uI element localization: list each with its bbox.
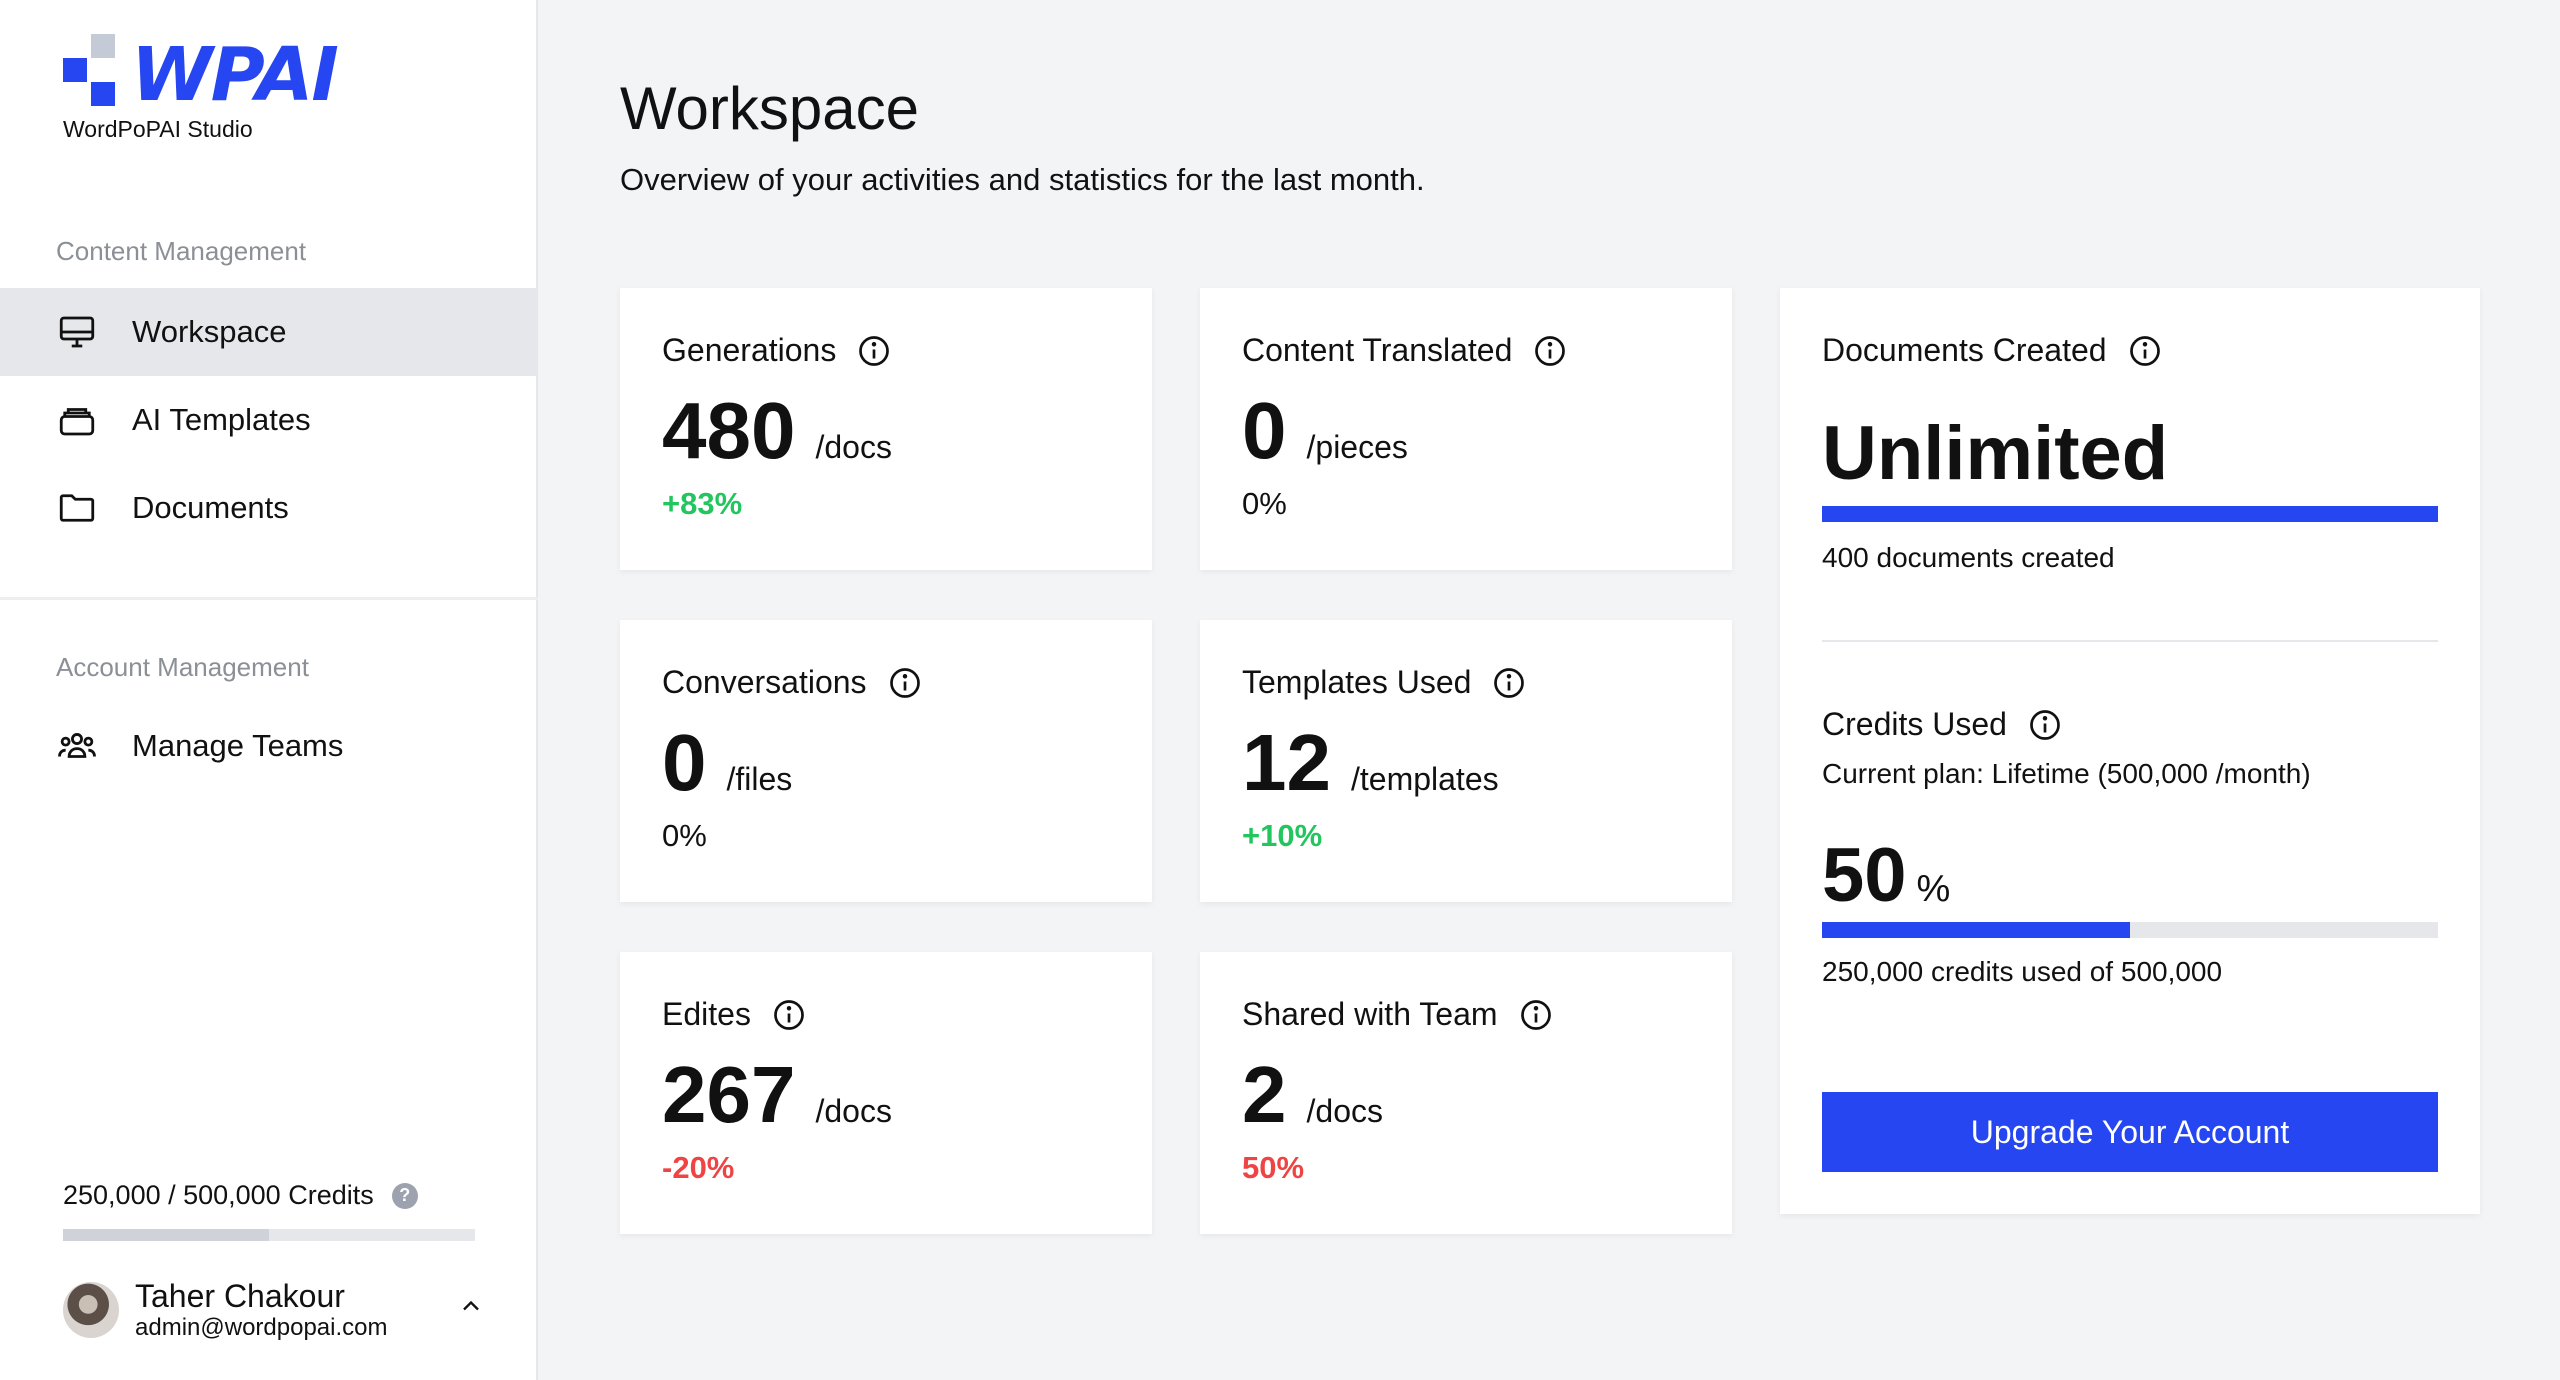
help-icon[interactable]: ? [391,1182,418,1209]
sidebar-item-label: Workspace [132,314,287,349]
sidebar-item-ai-templates[interactable]: AI Templates [0,376,538,464]
stat-change: +10% [1242,818,1323,853]
credits-progress-bar [63,1229,475,1241]
info-icon[interactable] [1532,333,1568,369]
current-plan-text: Current plan: Lifetime (500,000 /month) [1822,758,2311,789]
folder-icon [59,494,95,522]
stat-card-edites: Edites 267/docs -20% [620,952,1152,1234]
sidebar-item-workspace[interactable]: Workspace [0,288,538,376]
sidebar: WPAI WordPoPAI Studio Content Management… [0,0,538,1380]
logo-text: WPAI [131,32,339,118]
stat-card-conversations: Conversations 0/files 0% [620,620,1152,902]
documents-created-title: Documents Created [1822,332,2107,368]
chevron-up-icon[interactable] [457,1292,485,1320]
stat-title: Content Translated [1242,332,1513,368]
stat-change: 50% [1242,1150,1305,1185]
documents-progress-bar [1822,506,2438,522]
sidebar-item-label: Manage Teams [132,728,344,763]
info-icon[interactable] [2127,333,2163,369]
brand-subtitle: WordPoPAI Studio [63,116,253,142]
content-management-heading: Content Management [56,236,307,266]
user-info: Taher Chakour admin@wordpopai.com [135,1278,387,1342]
info-icon[interactable] [2027,707,2063,743]
stat-card-content-translated: Content Translated 0/pieces 0% [1200,288,1732,570]
stat-unit: /templates [1350,761,1499,797]
brand-logo[interactable]: WPAI WordPoPAI Studio [63,32,339,143]
credits-used-text: 250,000 credits used of 500,000 [1822,956,2223,987]
stat-title: Conversations [662,664,867,700]
stat-value: 2 [1242,1050,1287,1139]
sidebar-item-manage-teams[interactable]: Manage Teams [0,702,538,790]
credits-progress-fill [63,1229,269,1241]
stat-value: 480 [662,386,796,475]
stat-value: 12 [1242,718,1331,807]
stat-card-shared-with-team: Shared with Team 2/docs 50% [1200,952,1732,1234]
team-icon [58,733,96,758]
stat-change: 0% [662,818,707,853]
sidebar-divider [0,597,538,600]
documents-created-value: Unlimited [1822,411,2169,496]
account-management-heading: Account Management [56,652,309,682]
stat-title: Templates Used [1242,664,1472,700]
stat-title: Shared with Team [1242,996,1498,1032]
info-icon[interactable] [856,333,892,369]
user-email: admin@wordpopai.com [135,1314,388,1341]
credits-percent-value: 50 [1822,833,1907,918]
summary-divider [1822,640,2438,642]
stat-change: 0% [1242,486,1287,521]
sidebar-item-label: AI Templates [132,402,311,437]
page-title: Workspace [620,75,920,142]
user-name: Taher Chakour [135,1278,345,1314]
stat-unit: /docs [815,429,892,465]
stat-value: 0 [1242,386,1287,475]
stat-card-templates-used: Templates Used 12/templates +10% [1200,620,1732,902]
stat-unit: /pieces [1306,429,1408,465]
credits-percent-sign: % [1916,868,1951,910]
documents-created-text: 400 documents created [1822,542,2115,573]
sidebar-item-documents[interactable]: Documents [0,464,538,552]
credits-used-progress-fill [1822,922,2130,938]
page-subtitle: Overview of your activities and statisti… [620,162,1425,197]
layers-icon [59,408,95,436]
credits-used-title: Credits Used [1822,706,2007,742]
stat-title: Edites [662,996,751,1032]
upgrade-account-button[interactable]: Upgrade Your Account [1822,1092,2438,1172]
credits-used-progress-bar [1822,922,2438,938]
stat-title: Generations [662,332,837,368]
stat-value: 267 [662,1050,796,1139]
stat-unit: /docs [815,1093,892,1129]
info-icon[interactable] [1518,997,1554,1033]
credits-summary: 250,000 / 500,000 Credits ? [63,1180,418,1211]
usage-summary-card: Documents Created Unlimited 400 document… [1780,288,2480,1214]
sidebar-item-label: Documents [132,490,289,525]
stat-value: 0 [662,718,707,807]
stat-change: -20% [662,1150,735,1185]
info-icon[interactable] [887,665,923,701]
stat-card-generations: Generations 480/docs +83% [620,288,1152,570]
stat-unit: /docs [1306,1093,1383,1129]
credits-label: 250,000 / 500,000 Credits [63,1180,374,1210]
monitor-icon [59,316,95,348]
main-content: Workspace Overview of your activities an… [540,0,2560,1380]
user-menu[interactable]: Taher Chakour admin@wordpopai.com [63,1278,483,1342]
info-icon[interactable] [1491,665,1527,701]
stat-unit: /files [726,761,793,797]
logo-squares-icon [63,34,115,106]
stat-change: +83% [662,486,743,521]
avatar [63,1282,119,1338]
info-icon[interactable] [771,997,807,1033]
